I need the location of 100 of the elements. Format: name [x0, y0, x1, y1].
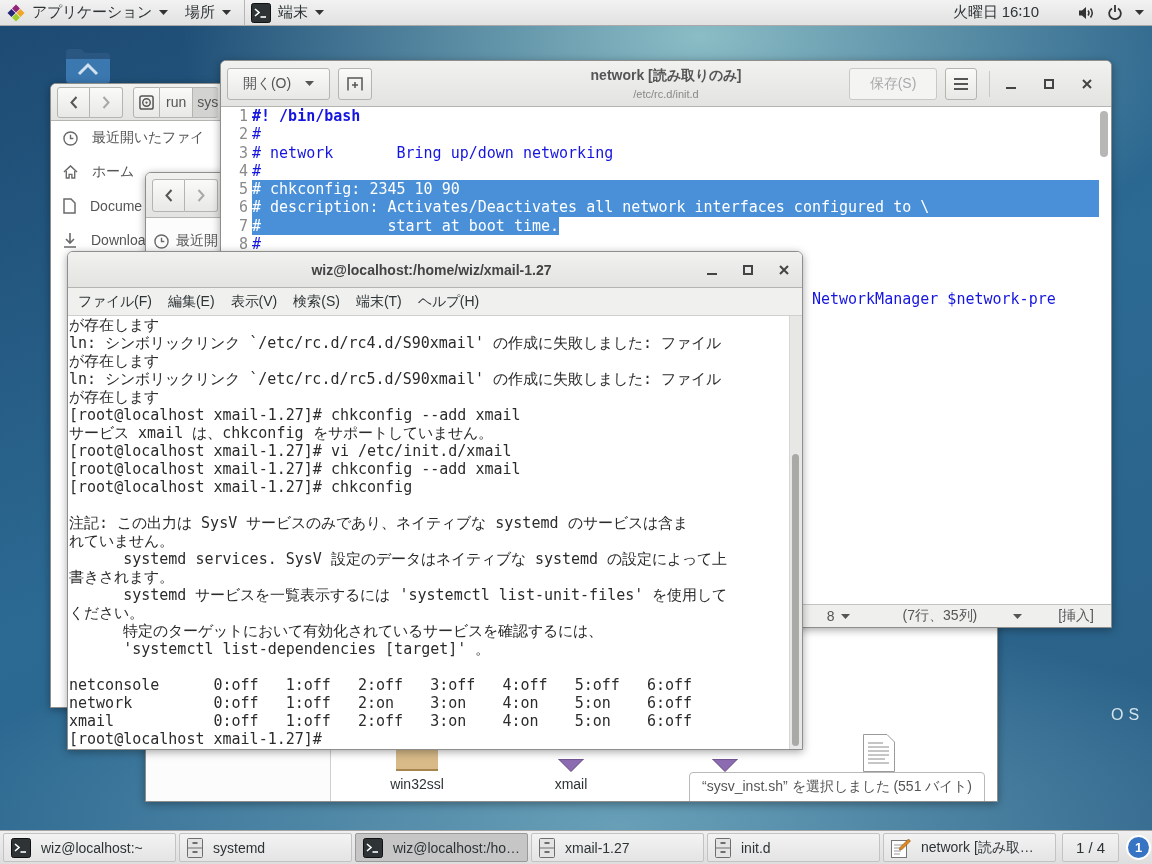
terminal-line: [root@localhost xmail-1.27]#	[69, 730, 322, 748]
notification-badge[interactable]: 1	[1126, 835, 1151, 860]
file-name[interactable]: win32ssl	[390, 776, 444, 792]
line-number: 1	[238, 107, 248, 126]
terminal-icon	[251, 2, 271, 23]
diamond-icon[interactable]	[558, 759, 584, 772]
minimize-icon[interactable]	[707, 272, 717, 275]
new-tab-icon	[347, 76, 363, 91]
selection-status: “sysv_inst.sh” を選択しました (551 バイト)	[689, 772, 985, 801]
path-button[interactable]: sys	[193, 86, 219, 118]
open-button[interactable]: 開く(O)	[227, 67, 330, 100]
path-button[interactable]: run	[160, 86, 194, 118]
close-icon[interactable]	[1082, 78, 1092, 89]
app-menu[interactable]: 端末	[247, 0, 331, 26]
terminal-line: れていません。	[69, 532, 174, 550]
scrollbar-track[interactable]	[789, 316, 802, 749]
sidebar-item[interactable]: Downloa	[51, 229, 146, 251]
line-number: 6	[238, 198, 248, 217]
chevron-right-icon	[197, 188, 205, 202]
line-number: 4	[238, 161, 248, 181]
terminal-line: [root@localhost xmail-1.27]# vi /etc/init.d/xmail	[69, 442, 512, 460]
scrollbar-thumb[interactable]	[1100, 111, 1108, 157]
terminal-icon	[363, 837, 383, 858]
maximize-icon[interactable]	[1044, 78, 1054, 89]
terminal-line: xmail 0:off 1:off 2:off 3:on 4:on 5:on 6:off	[69, 712, 693, 730]
taskbar-button[interactable]: wiz@localhost:~	[3, 833, 176, 862]
caret-icon	[1135, 10, 1144, 15]
terminal-line: netconsole 0:off 1:off 2:off 3:off 4:off 5:off 6:off	[69, 676, 693, 694]
code-line: # network Bring up/down networking	[252, 143, 614, 162]
terminal-icon	[11, 837, 31, 858]
code-line: #! /bin/bash	[252, 107, 361, 126]
file-name[interactable]: xmail	[554, 776, 588, 792]
terminal-line: 'systemctl list-dependencies [target]' 。	[122, 640, 491, 658]
menu-item[interactable]: 検索(S)	[285, 292, 348, 311]
taskbar-button[interactable]: wiz@localhost:/ho…	[355, 833, 528, 862]
pinwheel-logo-icon	[7, 3, 25, 22]
insert-mode: [挿入]	[1058, 607, 1094, 625]
chevron-left-icon	[69, 95, 78, 109]
file-path: /etc/rc.d/init.d	[633, 88, 699, 100]
cursor-position-dropdown[interactable]: (7行、35列)	[902, 607, 1023, 625]
sidebar-item[interactable]: 最近開いたファイ	[51, 127, 204, 149]
workspace-switcher[interactable]: 1 / 4	[1062, 833, 1119, 862]
places-menu[interactable]: 場所	[181, 0, 238, 26]
code-line: NetworkManager $network-pre	[811, 289, 1056, 309]
maximize-icon[interactable]	[743, 264, 753, 275]
menu-item[interactable]: ヘルプ(H)	[409, 292, 488, 311]
menu-item[interactable]: ファイル(F)	[70, 292, 160, 311]
menu-item[interactable]: 編集(E)	[159, 292, 223, 311]
terminal-line: が存在します	[69, 352, 159, 370]
scrollbar-thumb[interactable]	[792, 454, 799, 746]
text-editor-icon	[891, 837, 911, 858]
tab-width-dropdown[interactable]: 8	[826, 608, 850, 624]
file-cabinet-icon	[715, 837, 731, 858]
file-cabinet-icon	[539, 837, 555, 858]
folder-icon[interactable]	[65, 48, 111, 84]
close-icon[interactable]	[779, 264, 789, 275]
sidebar-item[interactable]: 最近開	[146, 230, 218, 252]
folder-icon[interactable]	[395, 750, 439, 772]
clock[interactable]: 火曜日 16∶10	[952, 3, 1039, 22]
clock-icon	[63, 130, 78, 146]
caret-icon	[315, 10, 324, 15]
menu-item[interactable]: 端末(T)	[347, 292, 410, 311]
terminal-line: network 0:off 1:off 2:on 3:on 4:on 5:on 6:off	[69, 694, 693, 712]
taskbar-button[interactable]: systemd	[179, 833, 352, 862]
volume-icon[interactable]	[1079, 5, 1095, 20]
terminal-line: ください。	[69, 604, 144, 622]
terminal-line: 書きされます。	[69, 568, 174, 586]
minimize-icon[interactable]	[1006, 86, 1016, 89]
file-cabinet-icon	[187, 837, 203, 858]
new-tab-button[interactable]	[338, 67, 372, 100]
terminal-line: が存在します	[69, 388, 159, 406]
taskbar-button[interactable]: xmail-1.27	[531, 833, 704, 862]
line-number: 2	[238, 125, 248, 144]
code-line: #	[252, 235, 262, 254]
download-icon	[63, 232, 77, 248]
text-file-icon[interactable]	[863, 734, 895, 772]
terminal-line: [root@localhost xmail-1.27]# chkconfig --add xmail	[69, 460, 521, 478]
menu-button[interactable]	[945, 67, 977, 100]
back-button[interactable]	[152, 178, 185, 212]
code-line: #	[252, 125, 262, 144]
sidebar-item[interactable]: ホーム	[51, 161, 134, 183]
back-button[interactable]	[57, 86, 90, 118]
terminal-line: [root@localhost xmail-1.27]# chkconfig --add xmail	[69, 406, 521, 424]
wallpaper-logo-text: OS	[1111, 706, 1145, 724]
terminal-line: [root@localhost xmail-1.27]# chkconfig	[69, 478, 413, 496]
terminal-line: が存在します	[69, 316, 159, 334]
clock-icon	[154, 233, 169, 249]
menu-item[interactable]: 表示(V)	[222, 292, 286, 311]
chevron-right-icon	[102, 95, 110, 109]
line-number: 5	[238, 180, 248, 199]
path-root-button[interactable]	[133, 86, 160, 118]
home-icon	[63, 165, 78, 179]
sidebar-item[interactable]: Docume	[51, 195, 143, 217]
taskbar-button[interactable]: init.d	[707, 833, 880, 862]
caret-icon	[222, 10, 231, 15]
caret-icon	[159, 10, 168, 15]
applications-menu[interactable]: アプリケーション	[3, 0, 175, 26]
window-title: network [読み取りのみ]	[590, 67, 742, 85]
power-icon[interactable]	[1108, 5, 1122, 20]
taskbar-button[interactable]: network [読み取…	[883, 833, 1056, 862]
